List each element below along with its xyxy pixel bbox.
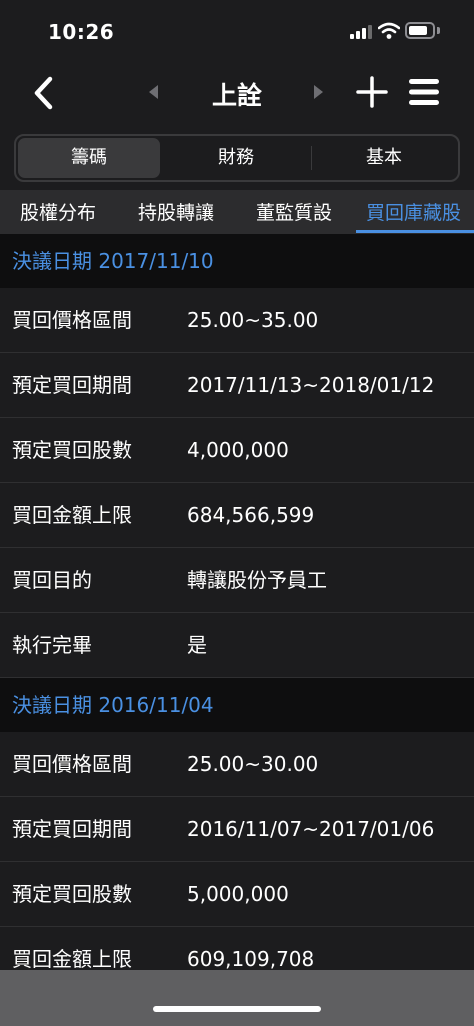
segment-finance[interactable]: 財務: [162, 138, 310, 178]
nav-bar: 上詮: [0, 62, 474, 124]
screen: 10:26 上詮 籌碼 財務 基本 股權分布 持股轉讓 董監質設 買回庫藏股 決…: [0, 0, 474, 1026]
next-stock-icon[interactable]: [308, 80, 328, 104]
row-label: 買回價格區間: [12, 752, 132, 776]
row-label: 買回金額上限: [12, 947, 132, 970]
menu-icon[interactable]: [406, 74, 442, 110]
row-value: 2017/11/13~2018/01/12: [187, 373, 435, 397]
segmented-control: 籌碼 財務 基本: [14, 134, 460, 182]
tab-share-transfer[interactable]: 持股轉讓: [138, 198, 214, 225]
row-label: 買回目的: [12, 568, 92, 592]
row-value: 5,000,000: [187, 882, 289, 906]
row-label: 預定買回期間: [12, 817, 132, 841]
status-bar: 10:26: [0, 0, 474, 62]
table-row: 買回金額上限 609,109,708: [0, 927, 474, 970]
cellular-signal-icon: [350, 23, 372, 39]
tab-bar: 股權分布 持股轉讓 董監質設 買回庫藏股: [0, 190, 474, 234]
segment-basic[interactable]: 基本: [312, 138, 456, 178]
table-row: 預定買回期間 2016/11/07~2017/01/06: [0, 797, 474, 862]
section-header: 決議日期 2017/11/10: [0, 234, 474, 288]
plus-icon[interactable]: [354, 74, 390, 110]
row-value: 是: [187, 633, 207, 657]
row-value: 4,000,000: [187, 438, 289, 462]
home-indicator[interactable]: [153, 1006, 321, 1012]
battery-cap: [437, 27, 440, 34]
row-value: 25.00~35.00: [187, 308, 319, 332]
status-time: 10:26: [48, 20, 115, 44]
table-row: 買回目的 轉讓股份予員工: [0, 548, 474, 613]
table-row: 預定買回股數 5,000,000: [0, 862, 474, 927]
table-row: 買回金額上限 684,566,599: [0, 483, 474, 548]
back-chevron-icon[interactable]: [28, 74, 62, 112]
table-row: 預定買回股數 4,000,000: [0, 418, 474, 483]
tab-director-pledge[interactable]: 董監質設: [256, 198, 332, 225]
row-value: 轉讓股份予員工: [187, 568, 327, 592]
active-tab-indicator: [356, 230, 474, 233]
row-label: 買回金額上限: [12, 503, 132, 527]
page-title: 上詮: [211, 81, 262, 110]
row-label: 預定買回股數: [12, 438, 132, 462]
row-value: 609,109,708: [187, 947, 315, 970]
table-row: 買回價格區間 25.00~35.00: [0, 288, 474, 353]
battery-icon: [405, 22, 435, 39]
row-value: 2016/11/07~2017/01/06: [187, 817, 435, 841]
segment-chips[interactable]: 籌碼: [18, 138, 160, 178]
tab-equity-distribution[interactable]: 股權分布: [20, 198, 96, 225]
table-row: 執行完畢 是: [0, 613, 474, 678]
row-value: 25.00~30.00: [187, 752, 319, 776]
prev-stock-icon[interactable]: [144, 80, 164, 104]
row-value: 684,566,599: [187, 503, 315, 527]
section-header: 決議日期 2016/11/04: [0, 678, 474, 732]
tab-treasury-buyback[interactable]: 買回庫藏股: [366, 198, 461, 225]
home-bar-area: [0, 970, 474, 1026]
table-row: 預定買回期間 2017/11/13~2018/01/12: [0, 353, 474, 418]
table-row: 買回價格區間 25.00~30.00: [0, 732, 474, 797]
buyback-list[interactable]: 決議日期 2017/11/10 買回價格區間 25.00~35.00 預定買回期…: [0, 234, 474, 970]
row-label: 預定買回期間: [12, 373, 132, 397]
row-label: 執行完畢: [12, 633, 92, 657]
row-label: 買回價格區間: [12, 308, 132, 332]
wifi-icon: [378, 22, 400, 39]
row-label: 預定買回股數: [12, 882, 132, 906]
